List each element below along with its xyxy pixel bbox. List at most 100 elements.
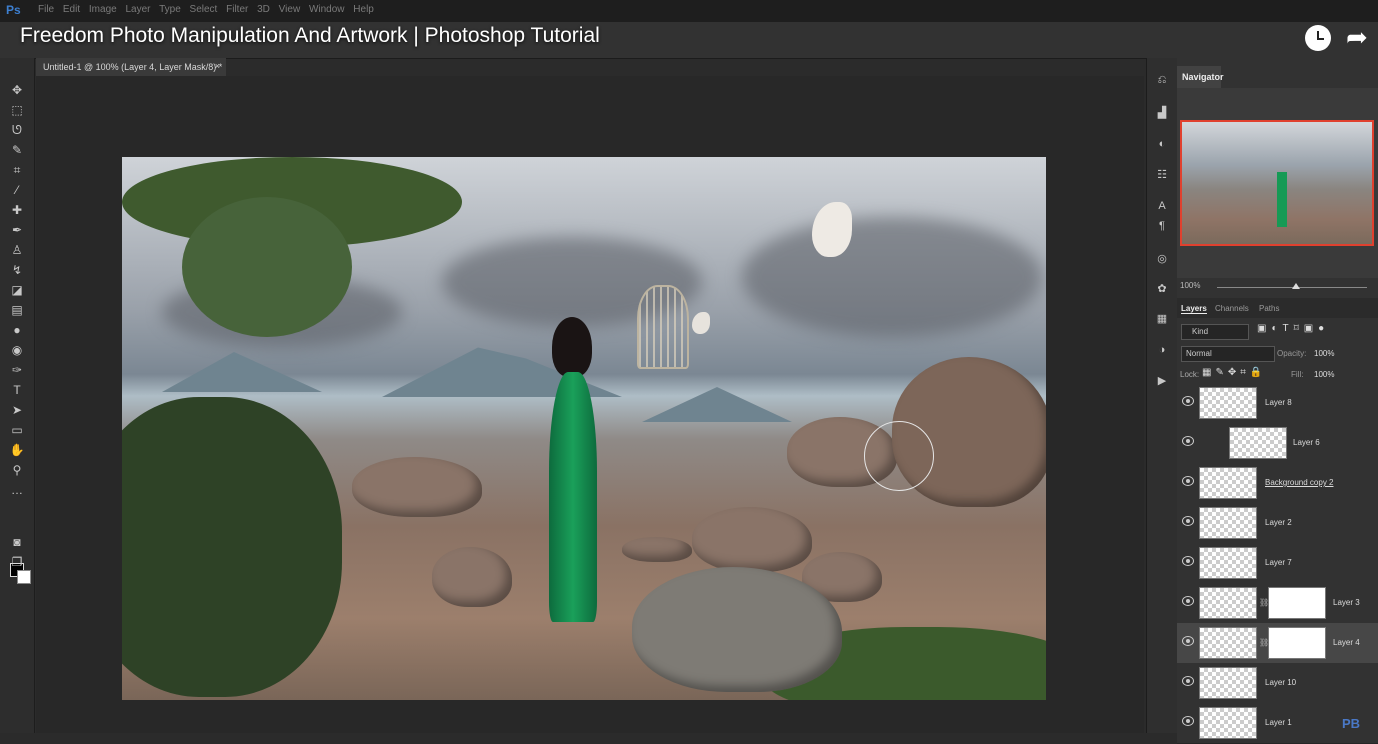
rock <box>622 537 692 562</box>
document-tab[interactable]: Untitled-1 @ 100% (Layer 4, Layer Mask/8… <box>36 58 226 76</box>
lock-icons[interactable]: ▦✎✥⌗🔒 <box>1202 367 1266 378</box>
layer-thumbnail[interactable] <box>1199 507 1257 539</box>
visibility-eye-icon[interactable] <box>1182 676 1194 686</box>
navigator-preview[interactable] <box>1180 120 1374 246</box>
close-icon[interactable]: × <box>215 61 220 71</box>
visibility-eye-icon[interactable] <box>1182 556 1194 566</box>
visibility-eye-icon[interactable] <box>1182 636 1194 646</box>
layer-row[interactable]: Background copy 2 <box>1177 463 1378 504</box>
background-color-swatch[interactable] <box>17 570 31 584</box>
quick-mask-icon[interactable]: ◙ <box>8 534 26 550</box>
layer-thumbnail[interactable] <box>1229 427 1287 459</box>
healing-icon[interactable]: ✚ <box>8 202 26 218</box>
menu-bar: Ps File Edit Image Layer Type Select Fil… <box>0 0 1378 22</box>
type-icon[interactable]: T <box>8 382 26 398</box>
eyedropper-icon[interactable]: ⁄ <box>8 182 26 198</box>
layer-thumbnail[interactable] <box>1199 467 1257 499</box>
layer-thumbnail[interactable] <box>1199 387 1257 419</box>
blur-icon[interactable]: ● <box>8 322 26 338</box>
tab-navigator[interactable]: Navigator <box>1177 66 1224 88</box>
layer-name[interactable]: Layer 2 <box>1265 518 1292 527</box>
visibility-eye-icon[interactable] <box>1182 476 1194 486</box>
layer-row[interactable]: Layer 6 <box>1177 423 1378 464</box>
adjustments-icon[interactable]: ◐ <box>1153 138 1171 154</box>
swatches-icon[interactable]: ▦ <box>1153 312 1171 328</box>
layer-row[interactable]: Layer 10 <box>1177 663 1378 704</box>
visibility-eye-icon[interactable] <box>1182 716 1194 726</box>
preview-figure <box>1277 172 1287 227</box>
history-icon[interactable]: ⎌ <box>1153 74 1171 90</box>
layer-name[interactable]: Layer 7 <box>1265 558 1292 567</box>
quick-select-icon[interactable]: ✎ <box>8 142 26 158</box>
navigator-zoom: 100% <box>1177 278 1378 294</box>
properties-icon[interactable]: ☷ <box>1153 168 1171 184</box>
layer-filter-kind[interactable]: Kind <box>1181 324 1249 340</box>
filter-type-icons[interactable]: ▣◐T⌑▣● <box>1257 323 1329 334</box>
layer-name[interactable]: Layer 10 <box>1265 678 1296 687</box>
brush-icon[interactable]: ✒ <box>8 222 26 238</box>
tab-layers[interactable]: Layers <box>1181 304 1207 314</box>
character-icon[interactable]: A <box>1153 200 1171 216</box>
histogram-icon[interactable]: ▟ <box>1153 106 1171 122</box>
eraser-icon[interactable]: ◪ <box>8 282 26 298</box>
paragraph-icon[interactable]: ¶ <box>1153 220 1171 236</box>
libraries-icon[interactable]: ◎ <box>1153 252 1171 268</box>
styles-icon[interactable]: ◑ <box>1153 344 1171 360</box>
layer-thumbnail[interactable] <box>1199 627 1257 659</box>
layer-thumbnail[interactable] <box>1199 547 1257 579</box>
fill-input[interactable]: 100% <box>1314 370 1334 379</box>
layer-thumbnail[interactable] <box>1199 707 1257 739</box>
visibility-eye-icon[interactable] <box>1182 436 1194 446</box>
menu-items[interactable]: File Edit Image Layer Type Select Filter… <box>38 4 374 15</box>
actions-icon[interactable]: ▶ <box>1153 374 1171 390</box>
layer-row[interactable]: Layer 7 <box>1177 543 1378 584</box>
pen-icon[interactable]: ✑ <box>8 362 26 378</box>
dodge-icon[interactable]: ◉ <box>8 342 26 358</box>
opacity-input[interactable]: 100% <box>1314 349 1334 358</box>
move-icon[interactable]: ✥ <box>8 82 26 98</box>
zoom-icon[interactable]: ⚲ <box>8 462 26 478</box>
tab-channels[interactable]: Channels <box>1215 304 1249 313</box>
stamp-icon[interactable]: ♙ <box>8 242 26 258</box>
shape-icon[interactable]: ▭ <box>8 422 26 438</box>
layer-name[interactable]: Layer 4 <box>1333 638 1360 647</box>
zoom-slider-handle[interactable] <box>1292 283 1300 289</box>
layer-name[interactable]: Layer 8 <box>1265 398 1292 407</box>
visibility-eye-icon[interactable] <box>1182 596 1194 606</box>
lock-row: Lock: ▦✎✥⌗🔒 Fill: 100% <box>1177 366 1378 382</box>
layer-row[interactable]: ⛓ Layer 4 <box>1177 623 1378 664</box>
layer-mask-thumbnail[interactable] <box>1268 627 1326 659</box>
brush-cursor <box>864 421 934 491</box>
hand-icon[interactable]: ✋ <box>8 442 26 458</box>
bird-cage <box>637 285 689 369</box>
history-brush-icon[interactable]: ↯ <box>8 262 26 278</box>
layer-row[interactable]: Layer 2 <box>1177 503 1378 544</box>
layer-name[interactable]: Layer 3 <box>1333 598 1360 607</box>
visibility-eye-icon[interactable] <box>1182 396 1194 406</box>
share-icon[interactable]: ➦ <box>1346 22 1368 53</box>
layer-thumbnail[interactable] <box>1199 587 1257 619</box>
rock <box>352 457 482 517</box>
blend-mode-select[interactable]: Normal <box>1181 346 1275 362</box>
tab-paths[interactable]: Paths <box>1259 304 1279 313</box>
layer-name[interactable]: Background copy 2 <box>1265 478 1334 487</box>
layer-mask-thumbnail[interactable] <box>1268 587 1326 619</box>
layer-row[interactable]: ⛓ Layer 3 <box>1177 583 1378 624</box>
crop-icon[interactable]: ⌗ <box>8 162 26 178</box>
layer-name[interactable]: Layer 6 <box>1293 438 1320 447</box>
brush-settings-icon[interactable]: ✿ <box>1153 282 1171 298</box>
zoom-level[interactable]: 100% <box>1180 281 1200 290</box>
more-icon[interactable]: … <box>8 482 26 498</box>
gradient-icon[interactable]: ▤ <box>8 302 26 318</box>
layer-thumbnail[interactable] <box>1199 667 1257 699</box>
blend-row: Normal Opacity: 100% <box>1177 345 1378 362</box>
layer-name[interactable]: Layer 1 <box>1265 718 1292 727</box>
lasso-icon[interactable]: ᘎ <box>8 122 26 138</box>
visibility-eye-icon[interactable] <box>1182 516 1194 526</box>
layer-row[interactable]: Layer 8 <box>1177 383 1378 424</box>
marquee-icon[interactable]: ⬚ <box>8 102 26 118</box>
blend-mode-label: Normal <box>1186 349 1212 358</box>
path-select-icon[interactable]: ➤ <box>8 402 26 418</box>
screen-mode-icon[interactable]: ❐ <box>8 554 26 570</box>
watch-later-icon[interactable] <box>1305 25 1331 51</box>
